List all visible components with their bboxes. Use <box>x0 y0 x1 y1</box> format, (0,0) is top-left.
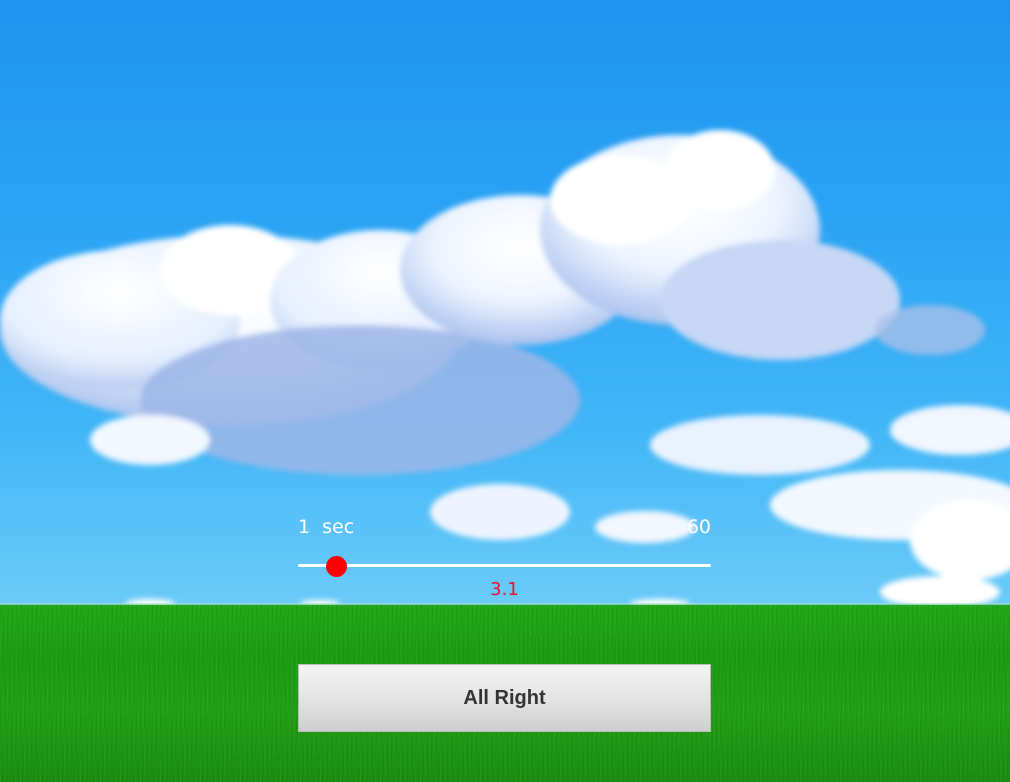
slider-value-label: 3.1 <box>490 579 519 600</box>
app-window: 1 sec 60 3.1 All Right <box>0 0 1010 782</box>
slider-track[interactable] <box>298 564 711 567</box>
duration-slider-group: 1 sec 60 3.1 <box>298 512 711 604</box>
slider-thumb[interactable] <box>325 556 347 577</box>
slider-max-label: 60 <box>686 516 711 538</box>
slider-min-label: 1 sec <box>298 516 355 538</box>
all-right-button[interactable]: All Right <box>298 664 711 732</box>
